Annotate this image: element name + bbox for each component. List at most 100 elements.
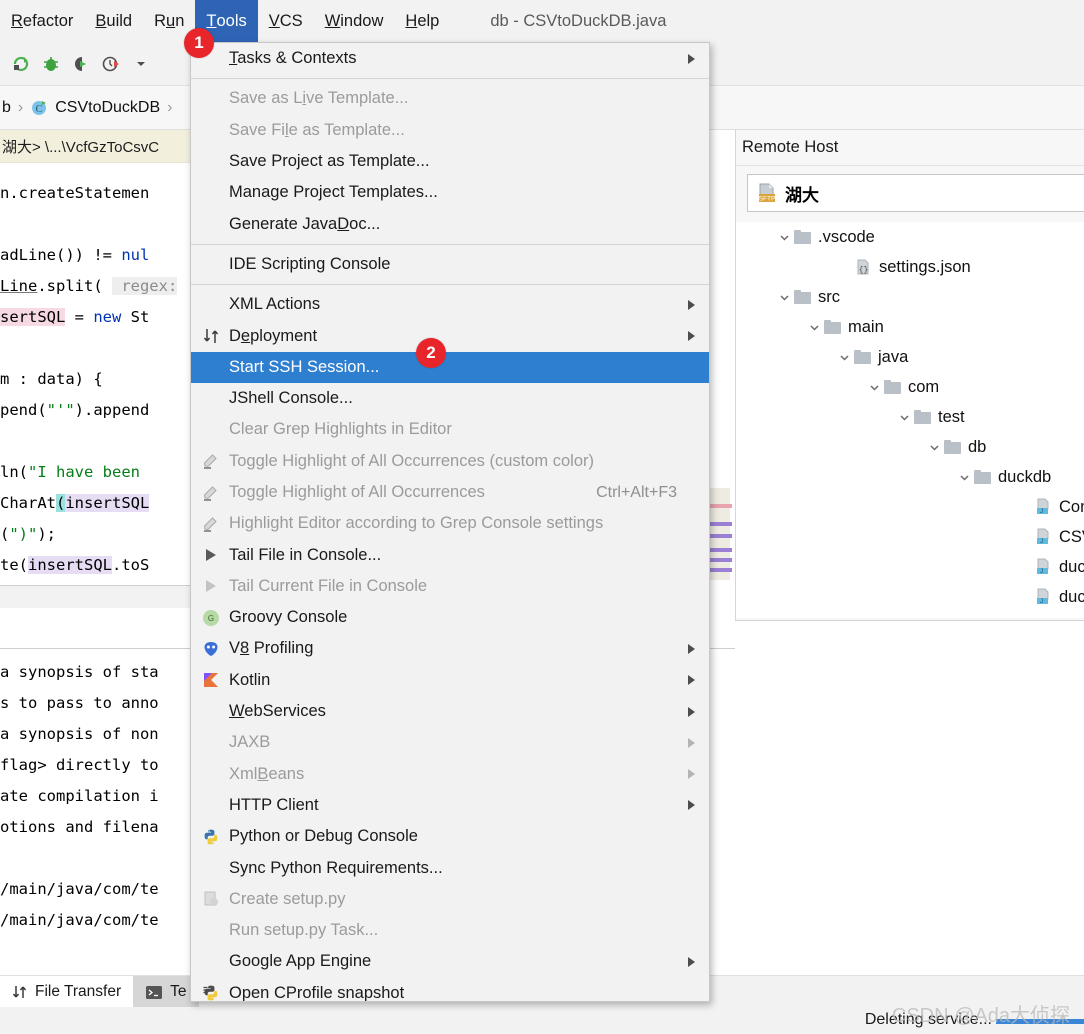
tree-row[interactable]: J Com — [736, 492, 1084, 522]
annotation-text: 湖大> \...\VcfGzToCsvC — [2, 138, 160, 156]
breadcrumb-crumb-package[interactable]: b — [2, 99, 11, 117]
menubar-item-window[interactable]: Window — [314, 0, 395, 42]
menu-item-generate-javadoc[interactable]: Generate JavaDoc... — [191, 208, 709, 239]
highlighter-icon — [201, 483, 221, 503]
chevron-right-icon-2: › — [167, 98, 173, 116]
tree-row[interactable]: duckdb — [736, 462, 1084, 492]
run-with-coverage-icon[interactable] — [66, 49, 96, 79]
menu-item-google-app-engine[interactable]: Google App Engine — [191, 946, 709, 977]
menubar-item-build[interactable]: Build — [84, 0, 143, 42]
menu-item-label: Generate JavaDoc... — [229, 214, 381, 233]
chevron-down-icon[interactable] — [894, 407, 914, 427]
tree-row[interactable]: .vscode — [736, 222, 1084, 252]
remote-host-connection-combo[interactable]: SFTP 湖大 — [747, 174, 1084, 212]
svg-text:J: J — [1040, 599, 1043, 605]
tree-row[interactable]: com — [736, 372, 1084, 402]
chevron-down-icon[interactable] — [774, 287, 794, 307]
menu-item-label: Tasks & Contexts — [229, 49, 357, 68]
tree-row-label: CSVt — [1059, 527, 1084, 546]
tree-row[interactable]: java — [736, 342, 1084, 372]
menu-item-webservices[interactable]: WebServices — [191, 696, 709, 727]
menu-item-http-client[interactable]: HTTP Client — [191, 790, 709, 821]
menu-item-clear-grep-highlights-in-editor: Clear Grep Highlights in Editor — [191, 414, 709, 445]
svg-text:SFTP: SFTP — [759, 196, 776, 203]
chevron-down-icon[interactable] — [804, 317, 824, 337]
v8-icon — [201, 639, 221, 659]
console-line-3: a synopsis of non — [0, 725, 159, 743]
menu-item-v8-profiling[interactable]: V8 Profiling — [191, 633, 709, 664]
tree-row[interactable]: Jduck — [736, 552, 1084, 582]
java-file-icon: J — [1034, 588, 1052, 606]
menu-item-save-file-as-template: Save File as Template... — [191, 115, 709, 146]
chevron-down-icon[interactable] — [774, 227, 794, 247]
bottom-tab-file-transfer[interactable]: File Transfer — [0, 976, 134, 1008]
menu-item-label: WebServices — [229, 702, 326, 721]
menu-item-open-cprofile-snapshot[interactable]: Open CProfile snapshot — [191, 978, 709, 1001]
tree-row[interactable]: Jduck — [736, 582, 1084, 612]
menu-item-save-project-as-template[interactable]: Save Project as Template... — [191, 146, 709, 177]
menu-item-label: Run setup.py Task... — [229, 921, 379, 940]
tree-row[interactable]: db — [736, 432, 1084, 462]
menu-item-run-setup-py-task: Run setup.py Task... — [191, 915, 709, 946]
menu-item-tasks-contexts[interactable]: Tasks & Contexts — [191, 43, 709, 74]
menubar-item-help[interactable]: Help — [394, 0, 450, 42]
tools-dropdown-menu[interactable]: Tasks & Contexts Save as Live Template...… — [190, 42, 710, 1002]
folder-icon — [884, 380, 901, 394]
menu-item-python-or-debug-console[interactable]: Python or Debug Console — [191, 821, 709, 852]
menu-item-label: Groovy Console — [229, 608, 348, 627]
menu-item-groovy-console[interactable]: G Groovy Console — [191, 602, 709, 633]
menu-item-deployment[interactable]: Deployment — [191, 320, 709, 351]
chevron-down-icon[interactable] — [834, 347, 854, 367]
tree-row-label: src — [818, 287, 840, 306]
menu-item-jshell-console[interactable]: JShell Console... — [191, 383, 709, 414]
menu-item-tail-file-in-console[interactable]: Tail File in Console... — [191, 539, 709, 570]
chevron-down-icon[interactable] — [954, 467, 974, 487]
menu-item-manage-project-templates[interactable]: Manage Project Templates... — [191, 177, 709, 208]
tree-row[interactable]: test — [736, 402, 1084, 432]
svg-text:{}: {} — [859, 266, 869, 275]
submenu-arrow-icon — [688, 675, 695, 686]
submenu-arrow-icon — [688, 53, 695, 64]
rerun-icon[interactable] — [6, 49, 36, 79]
menu-item-ide-scripting-console[interactable]: IDE Scripting Console — [191, 249, 709, 280]
bottom-tab-terminal[interactable]: Te — [133, 976, 199, 1008]
sftp-icon: SFTP — [756, 182, 778, 204]
submenu-arrow-icon — [688, 643, 695, 654]
console-line-8: /main/java/com/te — [0, 911, 159, 929]
menu-item-label: Sync Python Requirements... — [229, 858, 443, 877]
profile-icon[interactable] — [96, 49, 126, 79]
breadcrumb-crumb-class[interactable]: CSVtoDuckDB — [55, 99, 160, 117]
folder-icon — [824, 320, 841, 334]
console-line-6: otions and filena — [0, 818, 159, 836]
menu-item-label: Deployment — [229, 326, 318, 345]
dropdown-arrow-icon[interactable] — [126, 49, 156, 79]
submenu-arrow-icon — [688, 956, 695, 967]
chevron-down-icon[interactable] — [924, 437, 944, 457]
menu-item-kotlin[interactable]: Kotlin — [191, 665, 709, 696]
menu-item-start-ssh-session[interactable]: Start SSH Session... — [191, 351, 709, 383]
menu-item-sync-python-requirements[interactable]: Sync Python Requirements... — [191, 852, 709, 883]
submenu-arrow-icon — [688, 331, 695, 342]
menubar-item-vcs[interactable]: V CS — [258, 0, 314, 42]
tree-row[interactable]: J CSVt — [736, 522, 1084, 552]
remote-host-file-tree[interactable]: .vscode {} settings.json src main java com test… — [736, 222, 1084, 618]
tree-row-label: java — [878, 347, 909, 366]
menu-bar: Refactor Build Run Tools V CS Window Help… — [0, 0, 1084, 43]
menu-item-xml-actions[interactable]: XML Actions — [191, 289, 709, 320]
java-file-icon: J — [1034, 528, 1052, 546]
tree-row[interactable]: {} settings.json — [736, 252, 1084, 282]
play-icon — [201, 545, 221, 565]
menu-item-label: Save Project as Template... — [229, 152, 430, 171]
tree-row[interactable]: src — [736, 282, 1084, 312]
console-line-1: a synopsis of sta — [0, 663, 159, 681]
annotation-badge-1: 1 — [184, 28, 214, 58]
tree-row-label: .vscode — [818, 227, 875, 246]
tree-row-label: test — [938, 407, 965, 426]
menubar-item-refactor[interactable]: Refactor — [0, 0, 84, 42]
chevron-down-icon[interactable] — [864, 377, 884, 397]
java-file-icon: J — [1034, 558, 1052, 576]
tree-row[interactable]: main — [736, 312, 1084, 342]
debug-icon[interactable] — [36, 49, 66, 79]
